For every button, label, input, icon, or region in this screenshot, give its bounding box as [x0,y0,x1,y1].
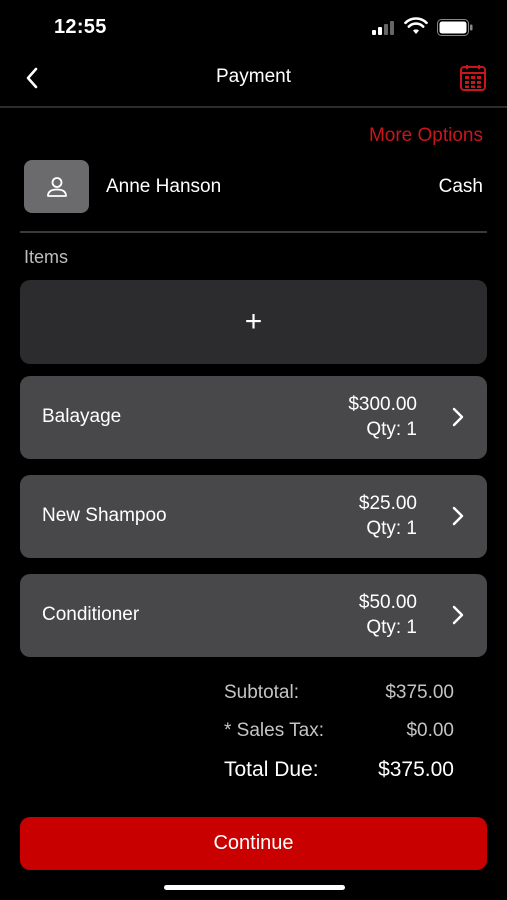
item-name: New Shampoo [42,505,167,526]
sales-tax-value: $0.00 [406,720,454,741]
status-time: 12:55 [54,16,107,38]
sales-tax-label: * Sales Tax: [224,720,324,741]
cellular-signal-icon [372,21,398,35]
subtotal-label: Subtotal: [224,682,299,703]
item-card-conditioner[interactable]: Conditioner $50.00 Qty: 1 [20,574,487,657]
subtotal-value: $375.00 [385,682,454,703]
item-name: Conditioner [42,604,140,625]
item-price: $300.00 [348,394,417,415]
page-title: Payment [216,66,291,87]
item-qty: Qty: 1 [366,419,417,440]
plus-icon: + [244,305,263,338]
person-icon [46,176,67,197]
item-qty: Qty: 1 [366,617,417,638]
items-section-label: Items [24,247,69,267]
status-bar: 12:55 [0,0,507,56]
item-name: Balayage [42,406,122,427]
more-options-link[interactable]: More Options [369,125,483,147]
item-card-balayage[interactable]: Balayage $300.00 Qty: 1 [20,376,487,459]
navigation-bar: Payment [0,56,507,108]
item-qty: Qty: 1 [366,518,417,539]
wifi-icon [404,17,428,34]
chevron-right-icon [452,506,464,526]
total-due-value: $375.00 [378,758,454,781]
home-indicator[interactable] [164,885,345,890]
divider [20,231,487,233]
continue-button[interactable]: Continue [20,817,487,870]
customer-name[interactable]: Anne Hanson [106,176,221,198]
add-item-button[interactable]: + [20,280,487,364]
calendar-icon[interactable] [459,64,487,92]
payment-screen: 12:55 Payment More Options Anne Hanson C… [0,0,507,900]
item-price: $50.00 [358,592,417,613]
avatar[interactable] [24,160,89,213]
item-card-new-shampoo[interactable]: New Shampoo $25.00 Qty: 1 [20,475,487,558]
item-price: $25.00 [358,493,417,514]
total-due-label: Total Due: [224,758,319,781]
chevron-right-icon [452,605,464,625]
battery-icon [437,19,473,36]
chevron-right-icon [452,407,464,427]
payment-method[interactable]: Cash [439,176,483,198]
